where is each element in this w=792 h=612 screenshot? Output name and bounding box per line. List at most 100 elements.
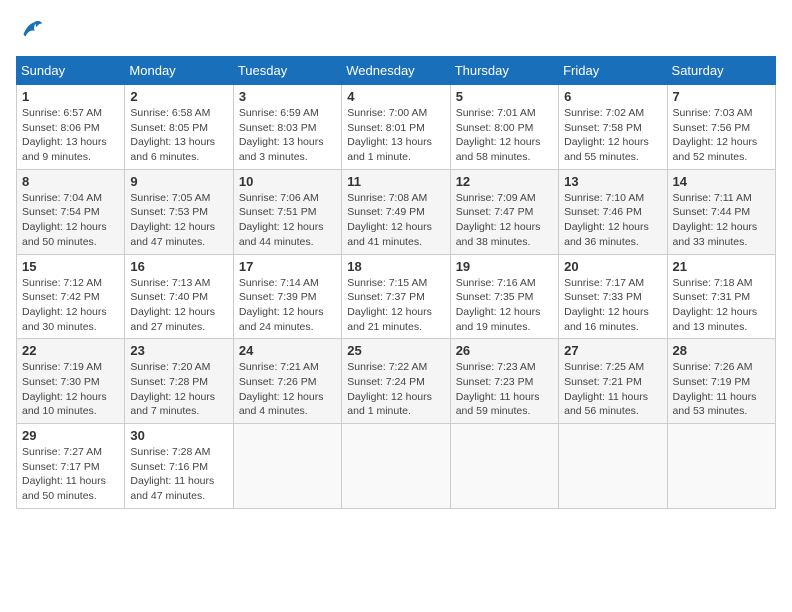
calendar-day-cell: 25 Sunrise: 7:22 AM Sunset: 7:24 PM Dayli… [342, 339, 450, 424]
day-info: Sunrise: 7:13 AM Sunset: 7:40 PM Dayligh… [130, 276, 227, 335]
day-info: Sunrise: 7:12 AM Sunset: 7:42 PM Dayligh… [22, 276, 119, 335]
calendar-day-cell: 18 Sunrise: 7:15 AM Sunset: 7:37 PM Dayli… [342, 254, 450, 339]
day-info: Sunrise: 7:23 AM Sunset: 7:23 PM Dayligh… [456, 360, 553, 419]
day-info: Sunrise: 7:22 AM Sunset: 7:24 PM Dayligh… [347, 360, 444, 419]
calendar-day-cell: 28 Sunrise: 7:26 AM Sunset: 7:19 PM Dayli… [667, 339, 775, 424]
day-number: 6 [564, 89, 661, 104]
calendar-day-cell: 26 Sunrise: 7:23 AM Sunset: 7:23 PM Dayli… [450, 339, 558, 424]
calendar-day-cell: 8Sunrise: 7:04 AM Sunset: 7:54 PM Daylig… [17, 169, 125, 254]
calendar-day-cell: 14 Sunrise: 7:11 AM Sunset: 7:44 PM Dayli… [667, 169, 775, 254]
calendar-day-cell: 1Sunrise: 6:57 AM Sunset: 8:06 PM Daylig… [17, 85, 125, 170]
day-number: 22 [22, 343, 119, 358]
day-info: Sunrise: 7:04 AM Sunset: 7:54 PM Dayligh… [22, 191, 119, 250]
calendar-day-cell: 9Sunrise: 7:05 AM Sunset: 7:53 PM Daylig… [125, 169, 233, 254]
day-info: Sunrise: 7:26 AM Sunset: 7:19 PM Dayligh… [673, 360, 770, 419]
day-number: 10 [239, 174, 336, 189]
calendar-header: SundayMondayTuesdayWednesdayThursdayFrid… [17, 57, 776, 85]
calendar-week-row: 8Sunrise: 7:04 AM Sunset: 7:54 PM Daylig… [17, 169, 776, 254]
day-number: 17 [239, 259, 336, 274]
calendar-day-cell: 24 Sunrise: 7:21 AM Sunset: 7:26 PM Dayli… [233, 339, 341, 424]
logo-icon [16, 16, 44, 44]
page-header [16, 16, 776, 44]
calendar-week-row: 29 Sunrise: 7:27 AM Sunset: 7:17 PM Dayli… [17, 424, 776, 509]
calendar-day-cell: 13 Sunrise: 7:10 AM Sunset: 7:46 PM Dayli… [559, 169, 667, 254]
calendar-body: 1Sunrise: 6:57 AM Sunset: 8:06 PM Daylig… [17, 85, 776, 509]
day-number: 19 [456, 259, 553, 274]
day-info: Sunrise: 6:59 AM Sunset: 8:03 PM Dayligh… [239, 106, 336, 165]
day-info: Sunrise: 7:00 AM Sunset: 8:01 PM Dayligh… [347, 106, 444, 165]
day-number: 18 [347, 259, 444, 274]
day-info: Sunrise: 7:27 AM Sunset: 7:17 PM Dayligh… [22, 445, 119, 504]
day-number: 20 [564, 259, 661, 274]
day-number: 3 [239, 89, 336, 104]
calendar-day-cell: 19Sunrise: 7:16 AM Sunset: 7:35 PM Dayli… [450, 254, 558, 339]
calendar-day-cell: 23 Sunrise: 7:20 AM Sunset: 7:28 PM Dayli… [125, 339, 233, 424]
day-number: 2 [130, 89, 227, 104]
day-number: 13 [564, 174, 661, 189]
calendar-day-cell [450, 424, 558, 509]
weekday-header: Saturday [667, 57, 775, 85]
day-info: Sunrise: 7:28 AM Sunset: 7:16 PM Dayligh… [130, 445, 227, 504]
day-number: 1 [22, 89, 119, 104]
day-info: Sunrise: 7:05 AM Sunset: 7:53 PM Dayligh… [130, 191, 227, 250]
calendar-day-cell: 20 Sunrise: 7:17 AM Sunset: 7:33 PM Dayli… [559, 254, 667, 339]
day-number: 27 [564, 343, 661, 358]
day-number: 15 [22, 259, 119, 274]
calendar-week-row: 15 Sunrise: 7:12 AM Sunset: 7:42 PM Dayli… [17, 254, 776, 339]
day-number: 29 [22, 428, 119, 443]
calendar-week-row: 22Sunrise: 7:19 AM Sunset: 7:30 PM Dayli… [17, 339, 776, 424]
calendar-week-row: 1Sunrise: 6:57 AM Sunset: 8:06 PM Daylig… [17, 85, 776, 170]
logo [16, 16, 48, 44]
day-number: 24 [239, 343, 336, 358]
weekday-header: Wednesday [342, 57, 450, 85]
day-info: Sunrise: 7:20 AM Sunset: 7:28 PM Dayligh… [130, 360, 227, 419]
day-info: Sunrise: 7:03 AM Sunset: 7:56 PM Dayligh… [673, 106, 770, 165]
calendar-day-cell [233, 424, 341, 509]
weekday-header: Tuesday [233, 57, 341, 85]
day-number: 5 [456, 89, 553, 104]
calendar-day-cell: 11Sunrise: 7:08 AM Sunset: 7:49 PM Dayli… [342, 169, 450, 254]
calendar-day-cell: 4 Sunrise: 7:00 AM Sunset: 8:01 PM Daylig… [342, 85, 450, 170]
day-info: Sunrise: 7:06 AM Sunset: 7:51 PM Dayligh… [239, 191, 336, 250]
day-info: Sunrise: 7:21 AM Sunset: 7:26 PM Dayligh… [239, 360, 336, 419]
calendar-day-cell: 2 Sunrise: 6:58 AM Sunset: 8:05 PM Daylig… [125, 85, 233, 170]
day-number: 28 [673, 343, 770, 358]
calendar-day-cell [559, 424, 667, 509]
day-info: Sunrise: 7:01 AM Sunset: 8:00 PM Dayligh… [456, 106, 553, 165]
weekday-header: Sunday [17, 57, 125, 85]
day-info: Sunrise: 7:11 AM Sunset: 7:44 PM Dayligh… [673, 191, 770, 250]
weekday-header: Monday [125, 57, 233, 85]
calendar-day-cell: 22Sunrise: 7:19 AM Sunset: 7:30 PM Dayli… [17, 339, 125, 424]
day-number: 7 [673, 89, 770, 104]
calendar-day-cell: 7 Sunrise: 7:03 AM Sunset: 7:56 PM Daylig… [667, 85, 775, 170]
day-info: Sunrise: 6:58 AM Sunset: 8:05 PM Dayligh… [130, 106, 227, 165]
day-number: 25 [347, 343, 444, 358]
calendar-day-cell: 29 Sunrise: 7:27 AM Sunset: 7:17 PM Dayli… [17, 424, 125, 509]
day-number: 16 [130, 259, 227, 274]
day-info: Sunrise: 7:18 AM Sunset: 7:31 PM Dayligh… [673, 276, 770, 335]
calendar-day-cell: 15 Sunrise: 7:12 AM Sunset: 7:42 PM Dayli… [17, 254, 125, 339]
calendar-day-cell: 17 Sunrise: 7:14 AM Sunset: 7:39 PM Dayli… [233, 254, 341, 339]
day-info: Sunrise: 7:10 AM Sunset: 7:46 PM Dayligh… [564, 191, 661, 250]
calendar-day-cell: 5 Sunrise: 7:01 AM Sunset: 8:00 PM Daylig… [450, 85, 558, 170]
day-info: Sunrise: 7:14 AM Sunset: 7:39 PM Dayligh… [239, 276, 336, 335]
day-number: 30 [130, 428, 227, 443]
day-number: 23 [130, 343, 227, 358]
day-number: 26 [456, 343, 553, 358]
day-info: Sunrise: 7:17 AM Sunset: 7:33 PM Dayligh… [564, 276, 661, 335]
day-info: Sunrise: 7:08 AM Sunset: 7:49 PM Dayligh… [347, 191, 444, 250]
calendar-day-cell: 3 Sunrise: 6:59 AM Sunset: 8:03 PM Daylig… [233, 85, 341, 170]
day-info: Sunrise: 7:02 AM Sunset: 7:58 PM Dayligh… [564, 106, 661, 165]
weekday-header: Friday [559, 57, 667, 85]
calendar-table: SundayMondayTuesdayWednesdayThursdayFrid… [16, 56, 776, 509]
day-info: Sunrise: 7:09 AM Sunset: 7:47 PM Dayligh… [456, 191, 553, 250]
day-number: 4 [347, 89, 444, 104]
calendar-day-cell: 30 Sunrise: 7:28 AM Sunset: 7:16 PM Dayli… [125, 424, 233, 509]
calendar-day-cell: 16 Sunrise: 7:13 AM Sunset: 7:40 PM Dayli… [125, 254, 233, 339]
calendar-day-cell: 10 Sunrise: 7:06 AM Sunset: 7:51 PM Dayli… [233, 169, 341, 254]
day-number: 14 [673, 174, 770, 189]
calendar-day-cell [667, 424, 775, 509]
day-number: 12 [456, 174, 553, 189]
day-info: Sunrise: 7:15 AM Sunset: 7:37 PM Dayligh… [347, 276, 444, 335]
day-info: Sunrise: 7:25 AM Sunset: 7:21 PM Dayligh… [564, 360, 661, 419]
